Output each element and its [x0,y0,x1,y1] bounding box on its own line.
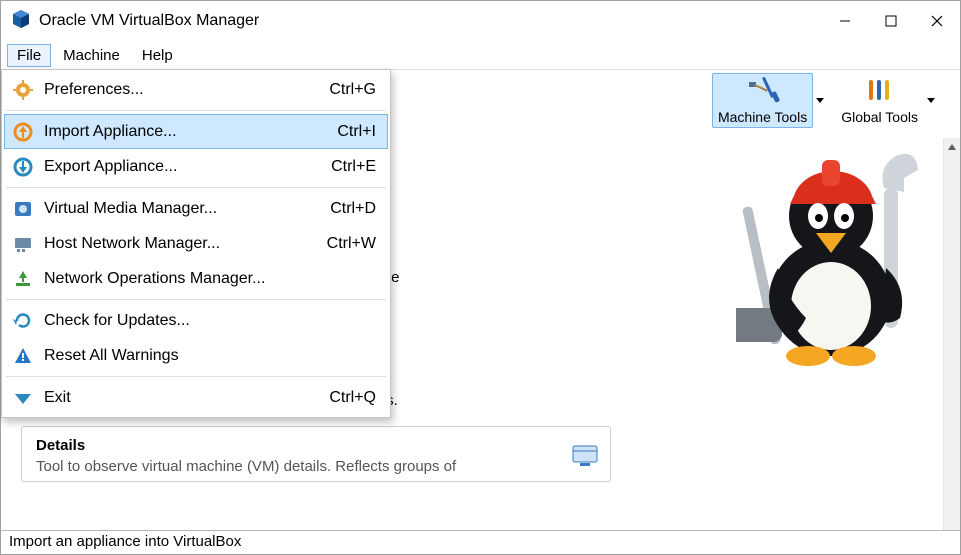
menu-virtual-media-manager[interactable]: Virtual Media Manager... Ctrl+D [4,191,388,226]
status-bar: Import an appliance into VirtualBox [1,530,960,554]
refresh-icon [10,310,36,332]
import-icon [10,121,36,143]
global-tools-label: Global Tools [841,109,918,125]
vertical-scrollbar[interactable] [943,138,960,530]
menu-item-label: Virtual Media Manager... [44,200,330,218]
menu-file[interactable]: File [7,44,51,67]
gear-icon [10,79,36,101]
menu-host-network-manager[interactable]: Host Network Manager... Ctrl+W [4,226,388,261]
menu-item-shortcut: Ctrl+E [331,158,382,176]
menu-item-label: Import Appliance... [44,123,337,141]
export-icon [10,156,36,178]
virtualbox-icon [11,9,31,32]
network-card-icon [10,233,36,255]
warning-icon [10,345,36,367]
menu-reset-all-warnings[interactable]: Reset All Warnings [4,338,388,373]
machine-tools-label: Machine Tools [718,109,807,125]
close-button[interactable] [914,1,960,41]
details-title: Details [36,437,596,454]
file-menu-dropdown: Preferences... Ctrl+G Import Appliance..… [1,69,391,418]
title-bar: Oracle VM VirtualBox Manager [1,1,960,41]
scrollbar-track[interactable] [944,155,960,530]
menu-export-appliance[interactable]: Export Appliance... Ctrl+E [4,149,388,184]
details-box: Details Tool to observe virtual machine … [21,426,611,482]
machine-tools-button[interactable]: Machine Tools [712,73,825,128]
download-icon [10,268,36,290]
chevron-down-icon[interactable] [815,81,825,121]
chevron-down-icon[interactable] [926,81,936,121]
menu-separator [6,299,386,300]
menu-machine[interactable]: Machine [53,44,130,67]
menu-item-label: Export Appliance... [44,158,331,176]
menu-check-for-updates[interactable]: Check for Updates... [4,303,388,338]
menu-item-label: Host Network Manager... [44,235,327,253]
hammer-screwdriver-icon [746,76,780,109]
disk-icon [10,198,36,220]
exit-icon [10,387,36,409]
tools-icon [863,76,897,109]
menu-item-label: Network Operations Manager... [44,270,376,288]
menu-preferences[interactable]: Preferences... Ctrl+G [4,72,388,107]
global-tools-button[interactable]: Global Tools [835,73,936,128]
menu-bar: File Machine Help [1,41,960,69]
menu-item-label: Preferences... [44,81,329,99]
menu-item-shortcut: Ctrl+Q [329,389,382,407]
menu-help[interactable]: Help [132,44,183,67]
scroll-up-icon[interactable] [944,138,960,155]
menu-import-appliance[interactable]: Import Appliance... Ctrl+I [4,114,388,149]
tool-buttons: Machine Tools Global Tools [712,73,936,128]
maximize-button[interactable] [868,1,914,41]
menu-exit[interactable]: Exit Ctrl+Q [4,380,388,415]
menu-item-shortcut: Ctrl+W [327,235,382,253]
details-icon [572,445,598,470]
minimize-button[interactable] [822,1,868,41]
menu-item-label: Exit [44,389,329,407]
menu-separator [6,110,386,111]
status-text: Import an appliance into VirtualBox [9,533,241,550]
window-title: Oracle VM VirtualBox Manager [39,12,259,30]
menu-item-shortcut: Ctrl+G [329,81,382,99]
menu-item-label: Check for Updates... [44,312,376,330]
menu-item-shortcut: Ctrl+D [330,200,382,218]
menu-separator [6,376,386,377]
menu-separator [6,187,386,188]
menu-network-operations-manager[interactable]: Network Operations Manager... [4,261,388,296]
details-text: Tool to observe virtual machine (VM) det… [36,458,596,475]
menu-item-label: Reset All Warnings [44,347,376,365]
menu-item-shortcut: Ctrl+I [337,123,382,141]
